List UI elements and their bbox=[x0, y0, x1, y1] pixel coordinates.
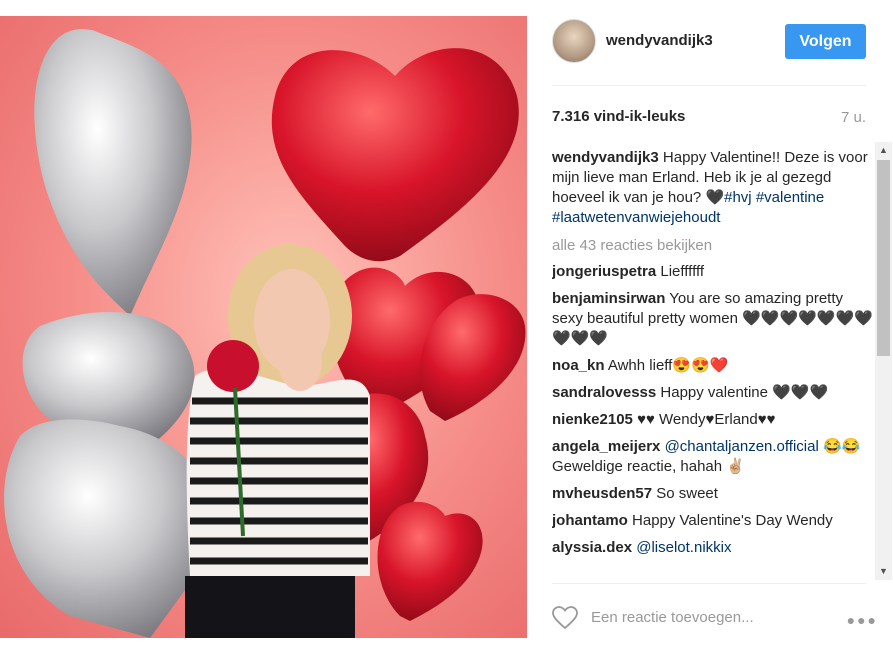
red-balloon-bottom bbox=[377, 501, 483, 621]
comment-username[interactable]: jongeriuspetra bbox=[552, 263, 656, 280]
comment-username[interactable]: sandralovesss bbox=[552, 384, 656, 401]
comment-username[interactable]: angela_meijerx bbox=[552, 438, 660, 455]
comment-mention[interactable]: @chantaljanzen.official bbox=[665, 438, 819, 455]
comment-item: jongeriuspetra Lieffffff bbox=[552, 262, 876, 282]
hashtag-hvj[interactable]: #hvj bbox=[724, 189, 752, 206]
likes-count[interactable]: 7.316 vind-ik-leuks bbox=[552, 108, 685, 125]
comment-text: Happy valentine 🖤🖤🖤 bbox=[660, 384, 829, 401]
comment-item: angela_meijerx @chantaljanzen.official 😂… bbox=[552, 437, 876, 477]
hashtag-laatwetenvanwiejehoudt[interactable]: #laatwetenvanwiejehoudt bbox=[552, 209, 720, 226]
post-sidebar: wendyvandijk3 Volgen 7.316 vind-ik-leuks… bbox=[527, 0, 893, 653]
comment-text: So sweet bbox=[656, 485, 718, 502]
post-header: wendyvandijk3 Volgen bbox=[552, 17, 866, 86]
comments-scrollbar[interactable]: ▲ ▼ bbox=[875, 142, 892, 580]
comment-text: Awhh lieff😍😍❤️ bbox=[607, 357, 729, 374]
post-footer: Een reactie toevoegen... ●●● bbox=[552, 583, 876, 654]
comment-item: benjaminsirwan You are so amazing pretty… bbox=[552, 289, 876, 349]
scroll-up-icon[interactable]: ▲ bbox=[875, 142, 892, 159]
comment-item: noa_kn Awhh lieff😍😍❤️ bbox=[552, 356, 876, 376]
comment-text: Happy Valentine's Day Wendy bbox=[632, 512, 833, 529]
photo-illustration bbox=[4, 29, 526, 638]
hashtag-valentine[interactable]: #valentine bbox=[756, 189, 824, 206]
comment-username[interactable]: alyssia.dex bbox=[552, 539, 632, 556]
red-balloon-large bbox=[271, 48, 519, 262]
heart-outline-icon[interactable] bbox=[552, 606, 578, 630]
add-comment-input[interactable]: Een reactie toevoegen... bbox=[591, 609, 754, 626]
comment-username[interactable]: nienke2105 bbox=[552, 411, 633, 428]
silver-balloon-top bbox=[34, 29, 192, 316]
ellipsis-icon[interactable]: ●●● bbox=[847, 612, 878, 628]
view-all-comments-link[interactable]: alle 43 reacties bekijken bbox=[552, 236, 876, 256]
hand bbox=[278, 331, 322, 391]
follow-button[interactable]: Volgen bbox=[785, 24, 866, 59]
comment-item: alyssia.dex @liselot.nikkix bbox=[552, 538, 876, 558]
comment-item: johantamo Happy Valentine's Day Wendy bbox=[552, 511, 876, 531]
comment-mention[interactable]: @liselot.nikkix bbox=[636, 539, 731, 556]
caption-username[interactable]: wendyvandijk3 bbox=[552, 149, 659, 166]
comment-username[interactable]: mvheusden57 bbox=[552, 485, 652, 502]
caption: wendyvandijk3 Happy Valentine!! Deze is … bbox=[552, 148, 876, 228]
comment-item: mvheusden57 So sweet bbox=[552, 484, 876, 504]
scrollbar-thumb[interactable] bbox=[877, 160, 890, 356]
rose bbox=[207, 340, 259, 392]
username-link[interactable]: wendyvandijk3 bbox=[606, 32, 713, 49]
comment-text: ♥♥ Wendy♥Erland♥♥ bbox=[637, 411, 776, 428]
comment-username[interactable]: johantamo bbox=[552, 512, 628, 529]
comment-text: Lieffffff bbox=[660, 263, 705, 280]
comments-list[interactable]: wendyvandijk3 Happy Valentine!! Deze is … bbox=[552, 145, 876, 579]
trousers bbox=[185, 576, 355, 638]
comment-username[interactable]: noa_kn bbox=[552, 357, 605, 374]
silver-balloon-bottom bbox=[4, 419, 215, 638]
comment-item: nienke2105 ♥♥ Wendy♥Erland♥♥ bbox=[552, 410, 876, 430]
avatar[interactable] bbox=[552, 19, 596, 63]
comment-item: sandralovesss Happy valentine 🖤🖤🖤 bbox=[552, 383, 876, 403]
scroll-down-icon[interactable]: ▼ bbox=[875, 563, 892, 580]
post-photo[interactable] bbox=[0, 16, 527, 638]
post-age[interactable]: 7 u. bbox=[841, 109, 866, 126]
comment-username[interactable]: benjaminsirwan bbox=[552, 290, 665, 307]
